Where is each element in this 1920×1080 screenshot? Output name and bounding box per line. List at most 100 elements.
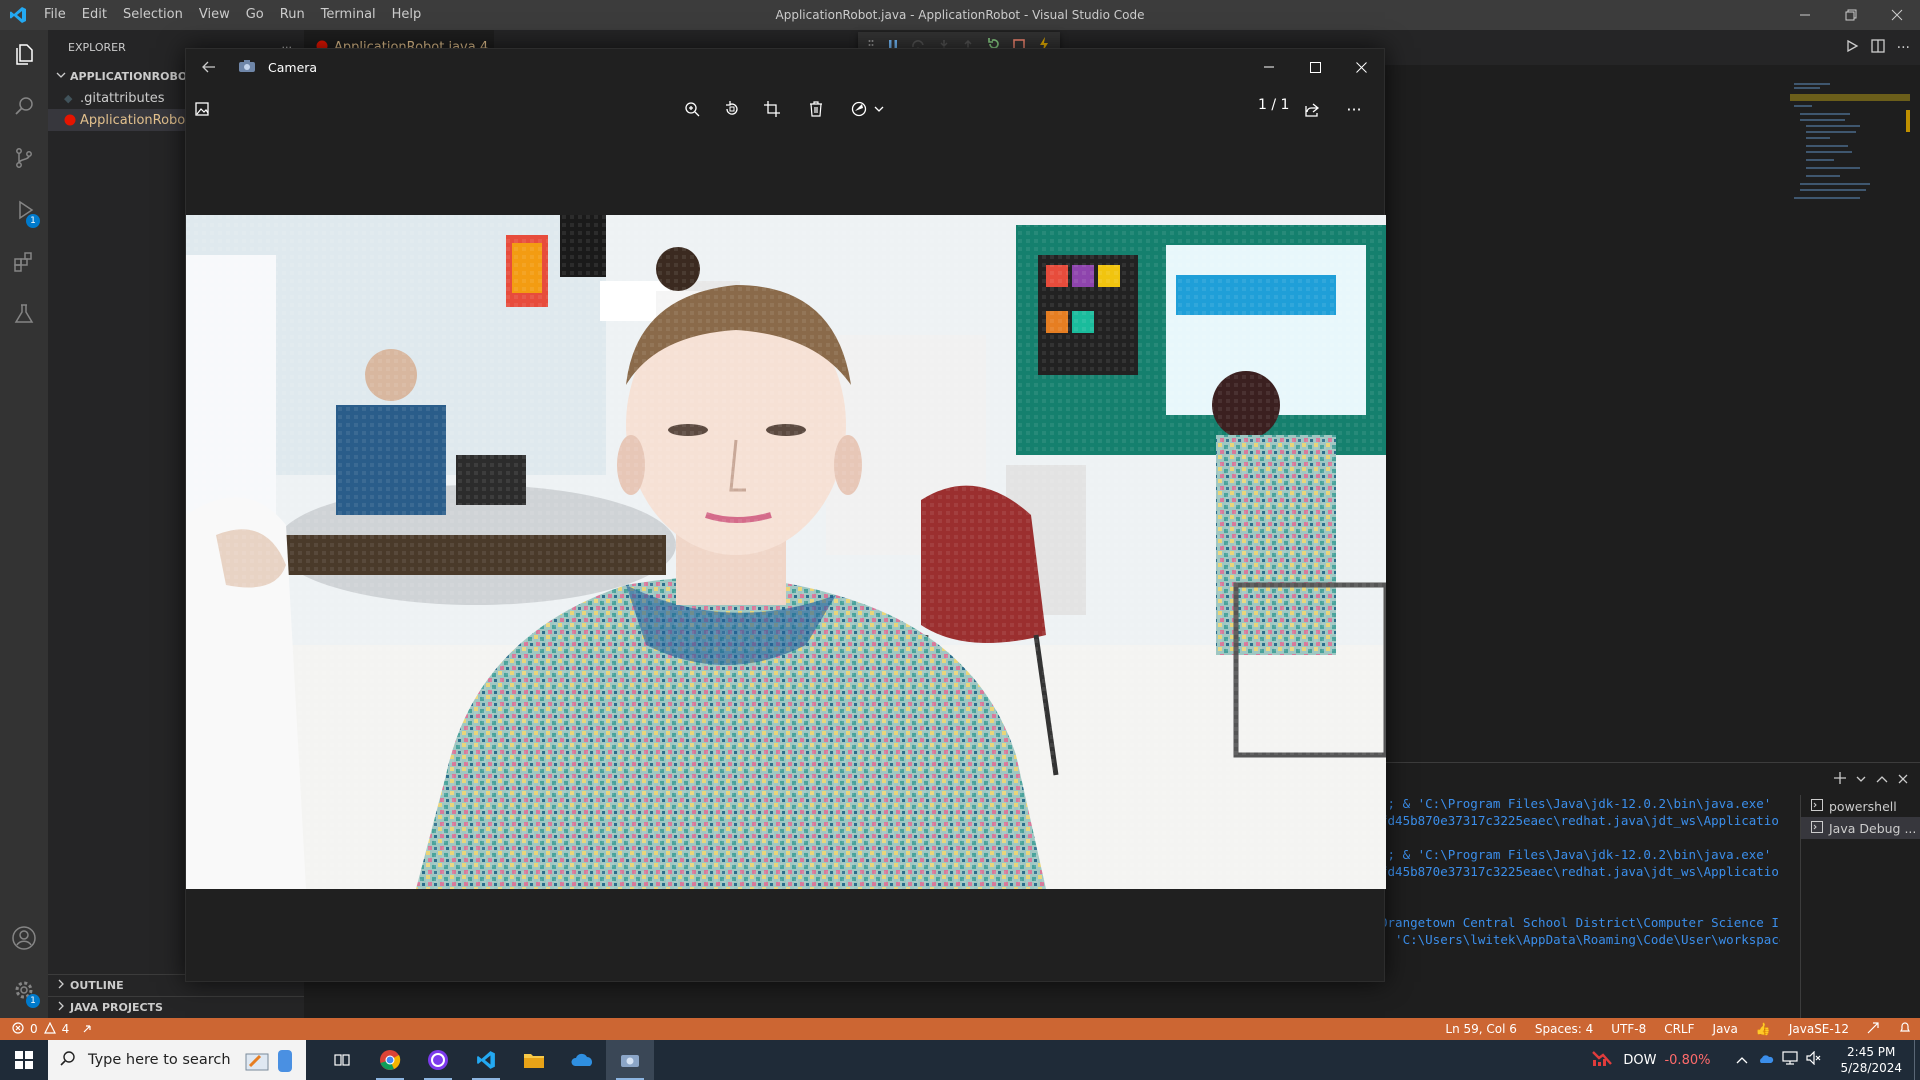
account-icon[interactable] bbox=[0, 914, 48, 962]
file-label: ApplicationRobot. bbox=[80, 112, 195, 128]
split-editor-icon[interactable] bbox=[1870, 38, 1885, 57]
feedback-icon[interactable] bbox=[1858, 1021, 1890, 1037]
settings-gear-icon[interactable]: 1 bbox=[0, 966, 48, 1014]
project-name: APPLICATIONROBOT bbox=[70, 69, 195, 83]
rotate-icon[interactable] bbox=[716, 93, 748, 125]
minimize-button[interactable] bbox=[1782, 0, 1828, 30]
menu-run[interactable]: Run bbox=[272, 0, 313, 30]
chevron-up-icon[interactable] bbox=[1736, 1053, 1748, 1068]
windows-taskbar: Type here to search DOW -0.80% 2:45 PM 5… bbox=[0, 1040, 1920, 1080]
terminal-list: powershell Java Debug ... bbox=[1800, 795, 1920, 1019]
vscode-taskbar-icon[interactable] bbox=[462, 1040, 510, 1080]
zoom-icon[interactable] bbox=[676, 93, 708, 125]
camera-app-icon bbox=[238, 58, 256, 77]
terminal-line: fd45b870e37317c3225eaec\redhat.java\jdt_… bbox=[1380, 813, 1780, 828]
close-button[interactable] bbox=[1874, 0, 1920, 30]
menu-file[interactable]: File bbox=[36, 0, 74, 30]
vscode-window-controls bbox=[1782, 0, 1920, 30]
java-projects-section[interactable]: JAVA PROJECTS bbox=[48, 996, 304, 1018]
task-view-icon[interactable] bbox=[318, 1040, 366, 1080]
terminal-icon bbox=[1811, 798, 1823, 814]
java-runtime[interactable]: JavaSE-12 bbox=[1780, 1022, 1858, 1036]
camera-taskbar-icon[interactable] bbox=[606, 1040, 654, 1080]
photo-counter: 1 / 1 bbox=[1258, 97, 1290, 113]
minimize-button[interactable] bbox=[1246, 49, 1292, 85]
run-badge: 1 bbox=[26, 214, 40, 228]
crop-icon[interactable] bbox=[756, 93, 788, 125]
onedrive-icon[interactable] bbox=[558, 1040, 606, 1080]
warning-icon bbox=[43, 1021, 56, 1037]
terminal-session-java-debug[interactable]: Java Debug ... bbox=[1801, 817, 1920, 839]
back-arrow-icon[interactable] bbox=[202, 58, 216, 77]
run-debug-icon[interactable]: 1 bbox=[0, 186, 48, 234]
chevron-down-icon[interactable] bbox=[1856, 769, 1866, 788]
see-all-photos-icon[interactable] bbox=[186, 93, 218, 125]
encoding[interactable]: UTF-8 bbox=[1602, 1022, 1655, 1036]
source-control-icon[interactable] bbox=[0, 134, 48, 182]
menu-terminal[interactable]: Terminal bbox=[313, 0, 384, 30]
maximize-panel-icon[interactable] bbox=[1876, 769, 1888, 788]
activity-bar: 1 1 bbox=[0, 30, 48, 1018]
add-terminal-icon[interactable] bbox=[1834, 769, 1846, 788]
onedrive-tray-icon[interactable] bbox=[1758, 1053, 1774, 1068]
explorer-icon[interactable] bbox=[0, 30, 48, 78]
thumbs-up-icon[interactable]: 👍 bbox=[1747, 1022, 1780, 1036]
terminal-line: fd45b870e37317c3225eaec\redhat.java\jdt_… bbox=[1380, 864, 1780, 879]
close-panel-icon[interactable] bbox=[1898, 769, 1908, 788]
cursor-position[interactable]: Ln 59, Col 6 bbox=[1436, 1022, 1526, 1036]
live-share-icon[interactable] bbox=[83, 1022, 97, 1037]
network-icon[interactable] bbox=[1782, 1051, 1799, 1069]
file-explorer-icon[interactable] bbox=[510, 1040, 558, 1080]
enhance-icon[interactable] bbox=[846, 93, 896, 125]
vscode-titlebar: File Edit Selection View Go Run Terminal… bbox=[0, 0, 1920, 30]
stock-change: -0.80% bbox=[1664, 1052, 1711, 1068]
git-file-icon: ◆ bbox=[64, 91, 73, 105]
run-file-icon[interactable] bbox=[1845, 38, 1859, 57]
testing-icon[interactable] bbox=[0, 290, 48, 338]
line-ending[interactable]: CRLF bbox=[1655, 1022, 1703, 1036]
more-actions-icon[interactable]: ··· bbox=[1897, 40, 1910, 56]
chrome-icon[interactable] bbox=[366, 1040, 414, 1080]
terminal-panel: '; & 'C:\Program Files\Java\jdk-12.0.2\b… bbox=[1380, 762, 1920, 1019]
taskbar-search[interactable]: Type here to search bbox=[48, 1040, 306, 1080]
stock-chart-icon bbox=[1591, 1048, 1615, 1072]
java-projects-label: JAVA PROJECTS bbox=[70, 1001, 163, 1014]
terminal-line: '; & 'C:\Program Files\Java\jdk-12.0.2\b… bbox=[1380, 796, 1780, 811]
windows-start-icon[interactable] bbox=[0, 1040, 48, 1080]
search-icon[interactable] bbox=[0, 82, 48, 130]
show-desktop-button[interactable] bbox=[1914, 1040, 1920, 1080]
menu-selection[interactable]: Selection bbox=[115, 0, 191, 30]
chevron-right-icon bbox=[56, 1001, 66, 1014]
photo-window-controls bbox=[1246, 49, 1384, 85]
restore-button[interactable] bbox=[1828, 0, 1874, 30]
close-button[interactable] bbox=[1338, 49, 1384, 85]
terminal-session-powershell[interactable]: powershell bbox=[1801, 795, 1920, 817]
language-mode[interactable]: Java bbox=[1704, 1022, 1747, 1036]
notifications-bell-icon[interactable] bbox=[1890, 1021, 1920, 1037]
search-placeholder: Type here to search bbox=[88, 1052, 231, 1068]
github-desktop-icon[interactable] bbox=[414, 1040, 462, 1080]
indentation[interactable]: Spaces: 4 bbox=[1526, 1022, 1602, 1036]
delete-icon[interactable] bbox=[800, 93, 832, 125]
minimap[interactable] bbox=[1790, 80, 1910, 210]
status-bar: 0 4 Ln 59, Col 6 Spaces: 4 UTF-8 CRLF Ja… bbox=[0, 1018, 1920, 1040]
terminal-icon bbox=[1811, 820, 1823, 836]
menu-view[interactable]: View bbox=[191, 0, 238, 30]
menu-edit[interactable]: Edit bbox=[74, 0, 115, 30]
share-icon[interactable] bbox=[1296, 93, 1328, 125]
menu-go[interactable]: Go bbox=[238, 0, 272, 30]
maximize-button[interactable] bbox=[1292, 49, 1338, 85]
menu-help[interactable]: Help bbox=[384, 0, 430, 30]
clock[interactable]: 2:45 PM 5/28/2024 bbox=[1828, 1044, 1914, 1076]
clock-time: 2:45 PM bbox=[1847, 1045, 1896, 1059]
file-label: .gitattributes bbox=[80, 90, 165, 106]
extensions-icon[interactable] bbox=[0, 238, 48, 286]
stock-name[interactable]: DOW bbox=[1623, 1053, 1656, 1068]
explorer-title: EXPLORER bbox=[68, 41, 126, 54]
vscode-logo-icon bbox=[0, 0, 36, 30]
volume-muted-icon[interactable] bbox=[1806, 1050, 1822, 1069]
more-options-icon[interactable]: ··· bbox=[1338, 93, 1370, 125]
terminal-line: Orangetown Central School District\Compu… bbox=[1380, 915, 1780, 930]
terminal-session-label: Java Debug ... bbox=[1829, 820, 1917, 836]
problems-indicator[interactable]: 0 4 bbox=[0, 1021, 97, 1037]
